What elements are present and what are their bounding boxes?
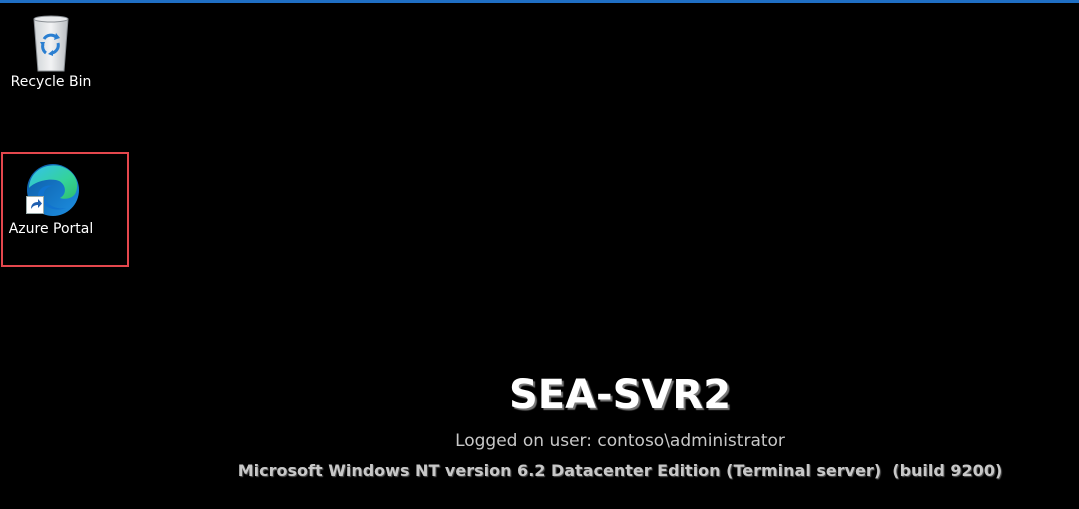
recycle-bin-label: Recycle Bin <box>10 74 92 90</box>
recycle-bin-icon <box>16 13 86 73</box>
logged-on-user: Logged on user: contoso\administrator <box>455 431 785 451</box>
desktop-icon-azure-portal[interactable]: Azure Portal <box>1 160 101 238</box>
host-name: SEA-SVR2 <box>508 372 732 418</box>
desktop-icon-recycle-bin[interactable]: Recycle Bin <box>1 13 101 91</box>
window-top-border <box>0 0 1079 3</box>
azure-portal-label: Azure Portal <box>8 221 94 237</box>
os-version: Microsoft Windows NT version 6.2 Datacen… <box>237 461 1003 480</box>
shortcut-arrow-icon <box>26 196 44 214</box>
edge-browser-icon <box>16 160 86 220</box>
